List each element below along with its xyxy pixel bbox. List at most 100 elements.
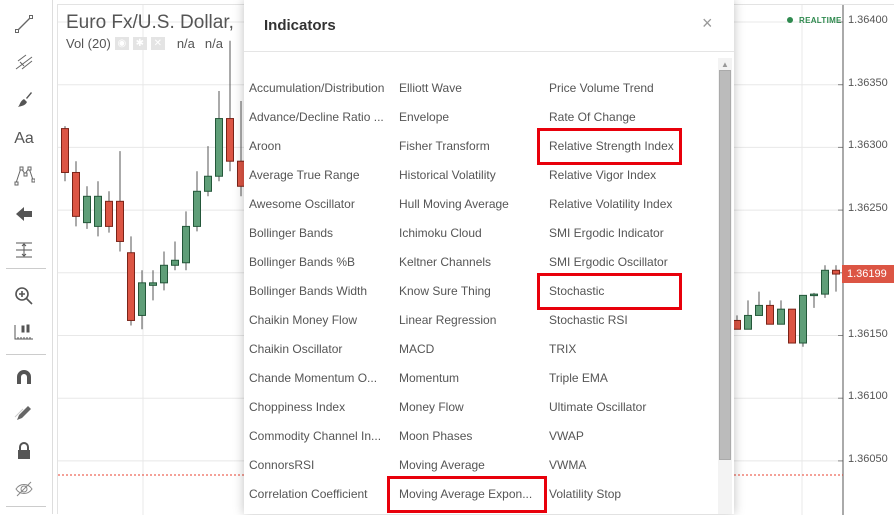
indicator-item[interactable]: Average True Range [249, 168, 360, 182]
ruler-tool[interactable] [8, 316, 40, 346]
indicator-item[interactable]: SMI Ergodic Indicator [549, 226, 664, 240]
candle-up [821, 269, 829, 295]
indicator-item[interactable]: Ultimate Oscillator [549, 400, 646, 414]
highlight-box [537, 273, 682, 310]
trend-line-tool[interactable] [8, 9, 40, 39]
price-tick-label: 1.36350 [848, 76, 888, 89]
pattern-tool[interactable] [8, 160, 40, 190]
indicator-item[interactable]: Moving Average [399, 458, 485, 472]
pencil-tool[interactable] [8, 398, 40, 428]
lock-tool[interactable] [8, 436, 40, 466]
close-button[interactable]: × [702, 13, 713, 34]
eye-icon[interactable]: ◉ [114, 37, 129, 50]
scrollbar[interactable]: ▲ [718, 58, 732, 514]
candle-up [138, 282, 146, 316]
indicator-item[interactable]: VWMA [549, 458, 586, 472]
pencil-icon [14, 406, 31, 420]
indicator-item[interactable]: Triple EMA [549, 371, 608, 385]
text-tool[interactable]: Aa [8, 124, 40, 154]
price-tick-label: 1.36050 [848, 452, 888, 465]
candle-down [832, 269, 840, 275]
indicator-item[interactable]: Volatility Stop [549, 487, 621, 501]
indicator-item[interactable]: Bollinger Bands [249, 226, 333, 240]
indicator-item[interactable]: Chaikin Oscillator [249, 342, 342, 356]
candle-up [193, 190, 201, 227]
candle-up [777, 308, 785, 325]
zoom-in-tool[interactable] [8, 281, 40, 311]
indicator-item[interactable]: Money Flow [399, 400, 464, 414]
candle-up [94, 195, 102, 227]
indicator-item[interactable]: Advance/Decline Ratio ... [249, 110, 384, 124]
volume-legend: Vol (20) ◉ ✱ ✕ n/a n/a [66, 36, 223, 51]
close-icon[interactable]: ✕ [150, 37, 165, 50]
indicator-item[interactable]: Aroon [249, 139, 281, 153]
toolbar-divider [6, 354, 46, 355]
status-dot-icon [787, 17, 793, 23]
indicator-item[interactable]: Hull Moving Average [399, 197, 509, 211]
pitchfork-icon [15, 54, 33, 70]
indicator-item[interactable]: Keltner Channels [399, 255, 491, 269]
indicator-item[interactable]: TRIX [549, 342, 576, 356]
realtime-label: REALTIME [799, 16, 842, 25]
toolbar-divider [6, 268, 46, 269]
symbol-title: Euro Fx/U.S. Dollar, [66, 12, 234, 33]
candle-down [61, 128, 69, 173]
brush-tool[interactable] [8, 84, 40, 114]
indicator-item[interactable]: Chande Momentum O... [249, 371, 377, 385]
indicator-item[interactable]: Momentum [399, 371, 459, 385]
indicator-item[interactable]: Envelope [399, 110, 449, 124]
highlight-box [387, 476, 547, 513]
indicator-item[interactable]: Chaikin Money Flow [249, 313, 357, 327]
indicator-item[interactable]: Bollinger Bands %B [249, 255, 355, 269]
magnet-tool[interactable] [8, 362, 40, 392]
indicator-item[interactable]: Awesome Oscillator [249, 197, 355, 211]
candle-up [182, 225, 190, 264]
price-tick-label: 1.36250 [848, 202, 888, 215]
zoom-in-icon [15, 287, 33, 305]
indicator-item[interactable]: Relative Vigor Index [549, 168, 656, 182]
price-tick-label: 1.36300 [848, 139, 888, 152]
price-tick-label: 1.36150 [848, 327, 888, 340]
arrow-left-tool[interactable] [8, 199, 40, 229]
indicator-item[interactable]: SMI Ergodic Oscillator [549, 255, 668, 269]
indicator-item[interactable]: Price Volume Trend [549, 81, 654, 95]
gear-icon[interactable]: ✱ [132, 37, 147, 50]
scrollbar-thumb[interactable] [719, 70, 731, 460]
candle-up [171, 259, 179, 266]
indicator-item[interactable]: Choppiness Index [249, 400, 345, 414]
indicator-item[interactable]: MACD [399, 342, 434, 356]
indicator-item[interactable]: Correlation Coefficient [249, 487, 368, 501]
scroll-up-icon[interactable]: ▲ [721, 60, 729, 69]
highlight-box [537, 128, 682, 165]
arrow-left-icon [16, 207, 32, 221]
candle-up [755, 304, 763, 316]
indicator-item[interactable]: ConnorsRSI [249, 458, 314, 472]
candle-down [733, 319, 741, 330]
candle-down [127, 252, 135, 321]
ruler-icon [14, 324, 33, 340]
indicator-item[interactable]: Fisher Transform [399, 139, 490, 153]
drawing-toolbar: Aa [0, 0, 53, 514]
candle-up [799, 294, 807, 344]
measure-tool[interactable] [8, 235, 40, 265]
indicator-item[interactable]: Accumulation/Distribution [249, 81, 384, 95]
candle-down [226, 118, 234, 162]
indicator-item[interactable]: Rate Of Change [549, 110, 636, 124]
indicator-item[interactable]: Ichimoku Cloud [399, 226, 482, 240]
indicator-item[interactable]: Commodity Channel In... [249, 429, 381, 443]
indicator-item[interactable]: Stochastic RSI [549, 313, 628, 327]
candle-up [83, 195, 91, 224]
indicator-item[interactable]: Relative Volatility Index [549, 197, 672, 211]
eye-off-tool[interactable] [8, 474, 40, 504]
indicator-item[interactable]: Historical Volatility [399, 168, 496, 182]
indicator-item[interactable]: Linear Regression [399, 313, 496, 327]
indicator-item[interactable]: Bollinger Bands Width [249, 284, 367, 298]
indicator-item[interactable]: Elliott Wave [399, 81, 462, 95]
indicator-item[interactable]: Moon Phases [399, 429, 472, 443]
indicator-item[interactable]: Know Sure Thing [399, 284, 491, 298]
pitchfork-tool[interactable] [8, 46, 40, 76]
indicator-item[interactable]: VWAP [549, 429, 584, 443]
candle-up [810, 293, 818, 297]
candle-down [72, 171, 80, 217]
eye-off-icon [15, 481, 33, 497]
